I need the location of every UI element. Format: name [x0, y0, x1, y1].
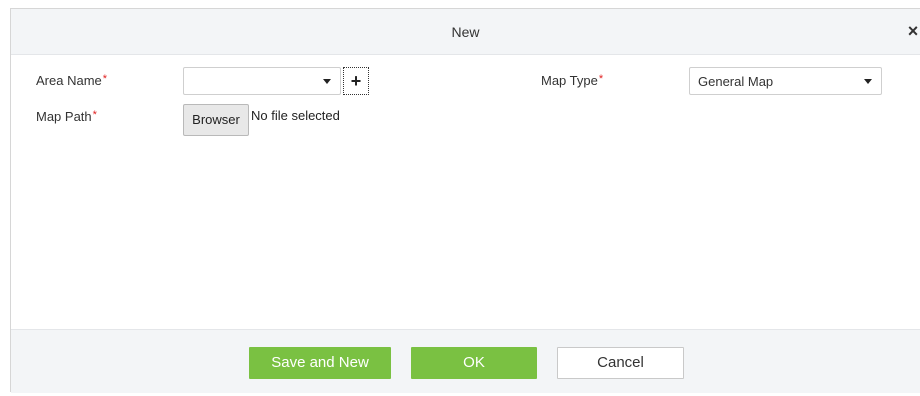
required-marker: *: [598, 73, 604, 85]
map-type-label-text: Map Type: [541, 73, 598, 88]
map-path-label-text: Map Path: [36, 109, 92, 124]
close-icon[interactable]: ×: [906, 21, 920, 41]
area-name-label: Area Name*: [36, 73, 107, 88]
plus-icon: +: [350, 71, 362, 91]
area-name-label-text: Area Name: [36, 73, 102, 88]
required-marker: *: [102, 73, 108, 85]
save-and-new-button[interactable]: Save and New: [249, 347, 391, 379]
required-marker: *: [92, 109, 97, 121]
browse-button[interactable]: Browser: [183, 104, 249, 136]
chevron-down-icon: [864, 79, 872, 84]
dialog-header: New ×: [11, 9, 920, 55]
add-area-button[interactable]: +: [343, 67, 369, 95]
file-status-text: No file selected: [251, 108, 340, 123]
dialog-footer: Save and New OK Cancel: [11, 329, 920, 393]
map-type-label: Map Type*: [541, 73, 603, 88]
chevron-down-icon: [323, 79, 331, 84]
area-name-select[interactable]: [183, 67, 341, 95]
cancel-button[interactable]: Cancel: [557, 347, 684, 379]
dialog-title: New: [451, 24, 480, 40]
map-type-value: General Map: [698, 74, 774, 89]
map-type-select[interactable]: General Map: [689, 67, 882, 95]
new-dialog: New × Area Name* + Map Type* General Map…: [10, 8, 920, 393]
ok-button[interactable]: OK: [411, 347, 537, 379]
map-path-label: Map Path*: [36, 109, 97, 124]
